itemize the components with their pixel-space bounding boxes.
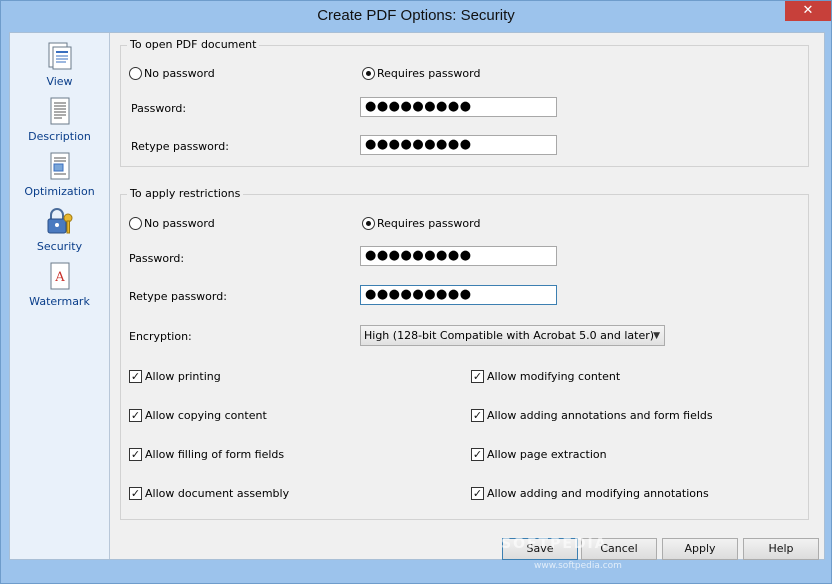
view-document-icon [48,42,72,70]
restrict-retype-password-field[interactable]: ●●●●●●●●● [360,285,557,305]
group-title: To apply restrictions [127,187,244,200]
open-requires-password-label: Requires password [377,67,481,80]
restrict-no-password-radio[interactable] [129,217,142,230]
svg-text:A: A [54,270,65,285]
sidebar-item-label: Security [36,240,83,253]
open-no-password-label: No password [144,67,215,80]
allow-annotations-modify-label: Allow adding and modifying annotations [487,487,709,500]
close-button[interactable]: ✕ [785,1,831,21]
restrict-requires-password-radio[interactable] [362,217,375,230]
allow-annotations-forms-checkbox[interactable]: ✓ [471,409,484,422]
allow-printing-label: Allow printing [145,370,221,383]
restrict-retype-label: Retype password: [129,290,227,303]
allow-annotations-forms-label: Allow adding annotations and form fields [487,409,713,422]
window-title: Create PDF Options: Security [317,7,515,24]
open-document-group: To open PDF document No password Require… [120,38,809,167]
chevron-down-icon: ▼ [653,331,660,341]
softpedia-url-watermark: www.softpedia.com [534,561,622,571]
open-password-field[interactable]: ●●●●●●●●● [360,97,557,117]
allow-annotations-modify-checkbox[interactable]: ✓ [471,487,484,500]
sidebar-item-label: Description [28,130,91,143]
restrict-no-password-label: No password [144,217,215,230]
security-panel: To open PDF document No password Require… [110,33,824,559]
optimization-document-icon [50,152,70,180]
allow-extraction-label: Allow page extraction [487,448,607,461]
allow-extraction-checkbox[interactable]: ✓ [471,448,484,461]
title-bar: Create PDF Options: Security ✕ [1,1,831,31]
restrictions-group: To apply restrictions No password Requir… [120,187,809,520]
dialog-client: View Description Optimization Security A… [9,32,825,560]
encryption-select[interactable]: High (128-bit Compatible with Acrobat 5.… [360,325,665,346]
sidebar-item-label: Optimization [24,185,95,198]
allow-printing-checkbox[interactable]: ✓ [129,370,142,383]
dialog-window: Create PDF Options: Security ✕ View Desc… [0,0,832,584]
watermark-document-icon: A [50,262,70,290]
group-title: To open PDF document [127,38,260,51]
help-button[interactable]: Help [743,538,819,560]
sidebar-item-label: View [46,75,73,88]
open-password-label: Password: [131,102,187,115]
sidebar-item-description[interactable]: Description [10,92,109,144]
softpedia-watermark: SOFTPEDIA [501,536,608,552]
allow-copying-checkbox[interactable]: ✓ [129,409,142,422]
restrict-password-label: Password: [129,252,185,265]
open-retype-label: Retype password: [131,140,229,153]
allow-modifying-checkbox[interactable]: ✓ [471,370,484,383]
sidebar-item-view[interactable]: View [10,37,109,89]
lock-key-icon [47,208,73,234]
restrict-password-field[interactable]: ●●●●●●●●● [360,246,557,266]
open-no-password-radio[interactable] [129,67,142,80]
open-requires-password-radio[interactable] [362,67,375,80]
encryption-value: High (128-bit Compatible with Acrobat 5.… [364,329,655,342]
sidebar-item-watermark[interactable]: A Watermark [10,257,109,309]
allow-assembly-label: Allow document assembly [145,487,290,500]
allow-filling-checkbox[interactable]: ✓ [129,448,142,461]
restrict-requires-password-label: Requires password [377,217,481,230]
apply-button[interactable]: Apply [662,538,738,560]
encryption-label: Encryption: [129,330,192,343]
allow-filling-label: Allow filling of form fields [145,448,285,461]
sidebar-item-label: Watermark [29,295,90,308]
sidebar-item-optimization[interactable]: Optimization [10,147,109,199]
open-retype-password-field[interactable]: ●●●●●●●●● [360,135,557,155]
description-document-icon [50,97,70,125]
allow-copying-label: Allow copying content [145,409,267,422]
sidebar-item-security[interactable]: Security [10,202,109,254]
sidebar: View Description Optimization Security A… [10,33,110,559]
allow-assembly-checkbox[interactable]: ✓ [129,487,142,500]
allow-modifying-label: Allow modifying content [487,370,621,383]
